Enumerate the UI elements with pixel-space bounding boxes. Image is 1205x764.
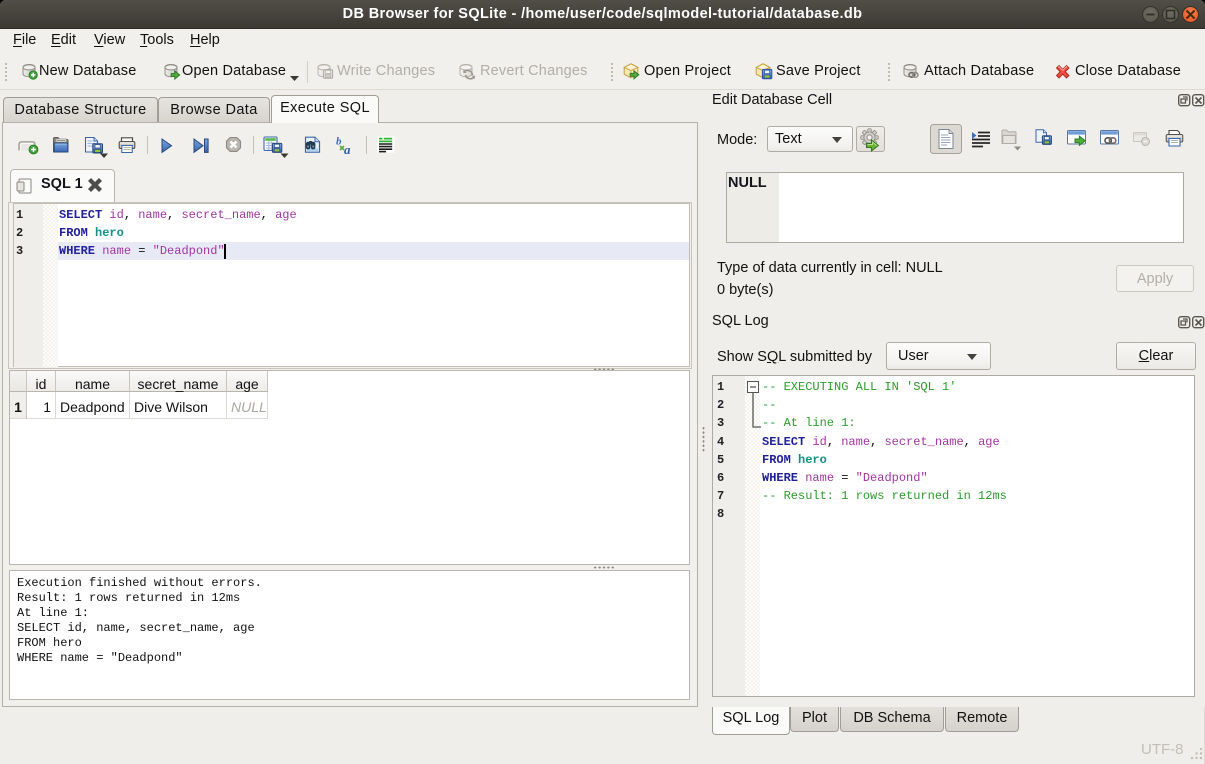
svg-text:a: a <box>344 142 351 157</box>
svg-text:b: b <box>336 136 342 148</box>
